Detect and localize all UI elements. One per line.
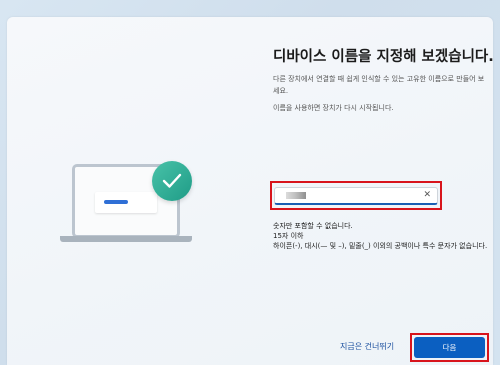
close-icon[interactable]: ✕ (423, 190, 431, 200)
next-button[interactable]: 다음 (414, 337, 485, 358)
setup-dialog: 디바이스 이름을 지정해 보겠습니다. 다른 장치에서 연결할 때 쉽게 인식할… (7, 17, 494, 365)
restart-note: 이름을 사용하면 장치가 다시 시작됩니다. (273, 104, 394, 112)
rule-item: 숫자만 포함할 수 없습니다. (273, 222, 353, 230)
checkmark-icon (152, 161, 192, 201)
laptop-name-bar (104, 200, 128, 204)
device-name-input[interactable]: ✕ (274, 187, 438, 205)
rule-item: 15자 이하 (273, 232, 304, 240)
name-rules: 숫자만 포함할 수 없습니다. 15자 이하 하이픈(-), 대시(— 및 –)… (273, 221, 488, 251)
device-name-value[interactable] (286, 192, 306, 199)
description-text: 다른 장치에서 연결할 때 쉽게 인식할 수 있는 고유한 이름으로 만들어 보… (273, 75, 485, 95)
laptop-name-card (95, 192, 157, 213)
device-illustration (7, 17, 257, 365)
page-title: 디바이스 이름을 지정해 보겠습니다. (273, 49, 494, 65)
rule-item: 하이픈(-), 대시(— 및 –), 밑줄(_) 이외의 공백이나 특수 문자가… (273, 242, 488, 250)
laptop-base (60, 236, 192, 242)
skip-link[interactable]: 지금은 건너뛰기 (340, 341, 394, 352)
